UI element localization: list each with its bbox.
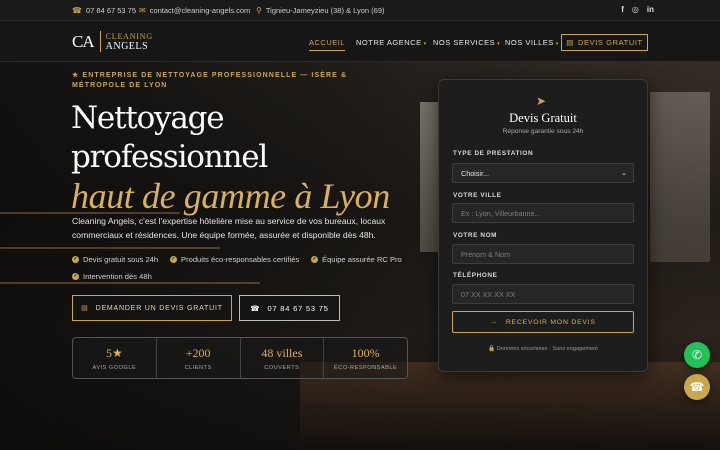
check-icon: ✓ (72, 256, 79, 263)
form-subtitle: Réponse garantie sous 24h (502, 128, 584, 135)
topbar-phone-text: 07 84 67 53 75 (85, 6, 137, 15)
call-phone-button[interactable]: ☎ 07 84 67 53 75 (239, 295, 340, 321)
form-title: Devis Gratuit (509, 111, 577, 125)
document-icon: ▤ (81, 305, 89, 312)
city-input[interactable]: Ex : Lyon, Villeurbanne... (452, 203, 634, 223)
stat-item: 48 villes COUVERTS (241, 338, 325, 378)
phone-input[interactable]: 07 XX XX XX XX (452, 284, 634, 304)
hero-title-line3: haut de gamme à Lyon (71, 176, 390, 216)
request-quote-label: DEMANDER UN DEVIS GRATUIT (95, 304, 223, 312)
header-devis-button[interactable]: ▤ DEVIS GRATUIT (561, 34, 648, 51)
nav-item-accueil[interactable]: ACCUEIL (309, 38, 346, 51)
quote-form-card: ➤ Devis Gratuit Réponse garantie sous 24… (438, 79, 648, 372)
benefit-item: ✓ Équipe assurée RC Pro (311, 255, 402, 264)
benefit-label: Équipe assurée RC Pro (322, 255, 402, 264)
nav-label: NOTRE AGENCE (356, 38, 422, 47)
nav-item-notre-agence[interactable]: NOTRE AGENCE ▾ (356, 38, 427, 47)
instagram-icon[interactable]: ◎ (632, 5, 639, 14)
logo-line1: CLEANING (105, 31, 153, 41)
logo-line2: ANGELS (105, 40, 149, 52)
topbar-email-text: contact@cleaning-angels.com (149, 6, 251, 15)
benefit-item: ✓ Devis gratuit sous 24h (72, 255, 158, 264)
stat-label: CLIENTS (184, 365, 212, 371)
hero-title: Nettoyage professionnel haut de gamme à … (71, 99, 390, 216)
benefit-label: Intervention dès 48h (83, 272, 152, 281)
check-icon: ✓ (170, 256, 177, 263)
hero-title-line1: Nettoyage (71, 100, 225, 136)
background-stair (0, 282, 260, 284)
submit-quote-label: RECEVOIR MON DEVIS (505, 318, 596, 326)
chevron-down-icon: ⌄ (621, 170, 627, 177)
stat-value: 48 villes (261, 346, 303, 360)
envelope-icon: ✉ (139, 6, 146, 15)
name-label: VOTRE NOM (453, 232, 498, 239)
header-devis-label: DEVIS GRATUIT (577, 38, 643, 47)
nav-item-nos-services[interactable]: NOS SERVICES ▾ (433, 38, 500, 47)
stat-item: 100% ÉCO-RESPONSABLE (324, 338, 407, 378)
benefit-item: ✓ Produits éco-responsables certifiés (170, 255, 299, 264)
security-note: 🔒 Données sécurisées · Sans engagement (488, 346, 598, 352)
stat-item: +200 CLIENTS (157, 338, 241, 378)
name-input[interactable]: Prénom & Nom (452, 244, 634, 264)
stat-value: 100% (351, 346, 380, 360)
stat-label: COUVERTS (264, 365, 300, 371)
stat-value: +200 (185, 346, 211, 360)
main-header: CA CLEANING ANGELS ACCUEIL NOTRE AGENCE ▾… (0, 21, 720, 62)
top-contact-bar: ☎ 07 84 67 53 75 ✉ contact@cleaning-ange… (0, 0, 720, 21)
topbar-location: ⚲ Tignieu-Jameyzieu (38) & Lyon (69) (256, 6, 385, 15)
stat-label: ÉCO-RESPONSABLE (334, 365, 398, 371)
logo-text: CLEANING ANGELS (101, 32, 153, 52)
service-type-select[interactable]: Choisir... ⌄ (452, 163, 634, 183)
phone-label: TÉLÉPHONE (453, 272, 498, 279)
call-phone-label: 07 84 67 53 75 (267, 303, 329, 313)
phone-icon: ☎ (689, 380, 705, 394)
service-type-value: Choisir... (461, 168, 489, 178)
phone-icon: ☎ (250, 303, 261, 313)
check-icon: ✓ (311, 256, 318, 263)
arrow-right-icon: → (490, 318, 498, 326)
check-icon: ✓ (72, 273, 79, 280)
chevron-down-icon: ▾ (423, 41, 427, 47)
topbar-location-text: Tignieu-Jameyzieu (38) & Lyon (69) (265, 6, 385, 15)
stats-strip: 5★ AVIS GOOGLE +200 CLIENTS 48 villes CO… (72, 337, 408, 379)
chevron-down-icon: ▾ (497, 41, 501, 47)
topbar-email[interactable]: ✉ contact@cleaning-angels.com (139, 6, 250, 15)
submit-quote-button[interactable]: → RECEVOIR MON DEVIS (452, 311, 634, 333)
benefit-label: Devis gratuit sous 24h (83, 255, 159, 264)
document-icon: ▤ (566, 38, 574, 47)
background-window (650, 92, 710, 262)
nav-label: ACCUEIL (309, 38, 346, 47)
nav-item-nos-villes[interactable]: NOS VILLES ▾ (505, 38, 559, 47)
stat-item: 5★ AVIS GOOGLE (73, 338, 157, 378)
facebook-icon[interactable]: f (621, 5, 624, 14)
nav-label: NOS VILLES (505, 38, 554, 47)
nav-label: NOS SERVICES (433, 38, 496, 47)
linkedin-icon[interactable]: in (647, 5, 654, 14)
benefit-item: ✓ Intervention dès 48h (72, 272, 152, 281)
phone-icon: ☎ (72, 6, 82, 15)
whatsapp-icon: ✆ (691, 348, 703, 362)
hero-description: Cleaning Angels, c'est l'expertise hôtel… (72, 216, 386, 240)
topbar-phone[interactable]: ☎ 07 84 67 53 75 (72, 6, 136, 15)
hero-title-line2: professionnel (71, 139, 268, 175)
whatsapp-button[interactable]: ✆ (684, 342, 710, 368)
city-label: VOTRE VILLE (453, 192, 502, 199)
logo[interactable]: CA CLEANING ANGELS (72, 31, 153, 52)
benefit-label: Produits éco-responsables certifiés (181, 255, 300, 264)
chevron-down-icon: ▾ (555, 41, 559, 47)
floating-call-button[interactable]: ☎ (684, 374, 710, 400)
map-pin-icon: ⚲ (256, 6, 262, 15)
background-stair (0, 247, 220, 249)
stat-label: AVIS GOOGLE (92, 365, 137, 371)
stat-value: 5★ (105, 346, 123, 360)
social-links: f ◎ in (621, 5, 654, 14)
hero-eyebrow: ★ ENTREPRISE DE NETTOYAGE PROFESSIONNELL… (72, 72, 348, 89)
request-quote-button[interactable]: ▤ DEMANDER UN DEVIS GRATUIT (72, 295, 232, 321)
paper-plane-icon: ➤ (536, 94, 547, 108)
service-type-label: TYPE DE PRESTATION (453, 150, 534, 157)
logo-mark: CA (72, 31, 101, 52)
